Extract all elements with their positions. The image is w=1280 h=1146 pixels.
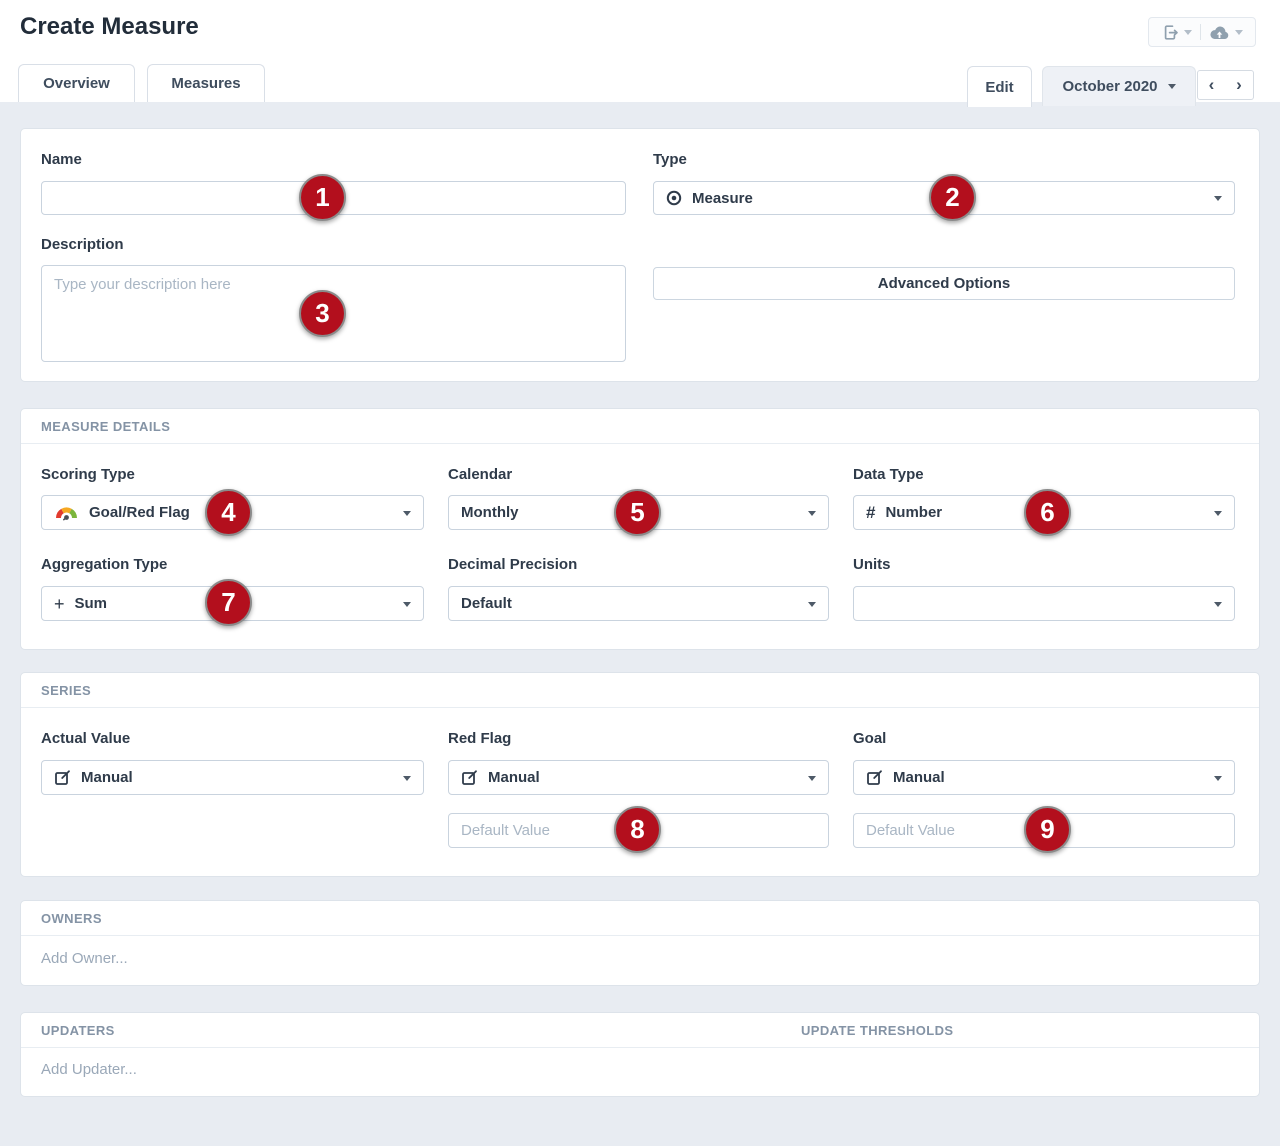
annotation-badge-6: 6 — [1024, 489, 1071, 536]
updaters-header: UPDATERS UPDATE THRESHOLDS — [21, 1013, 1259, 1048]
edit-pencil-icon — [54, 769, 71, 786]
cloud-upload-icon[interactable] — [1209, 25, 1230, 40]
measure-details-header: MEASURE DETAILS — [21, 409, 1259, 444]
actual-value-label: Actual Value — [41, 730, 130, 747]
tab-measures-label: Measures — [171, 75, 240, 92]
owners-panel: OWNERS Add Owner... — [20, 900, 1260, 986]
series-header: SERIES — [21, 673, 1259, 708]
updaters-title: UPDATERS — [41, 1023, 115, 1038]
goal-select[interactable]: Manual — [853, 760, 1235, 795]
period-selector[interactable]: October 2020 — [1042, 66, 1196, 106]
target-icon — [666, 190, 682, 206]
name-label: Name — [41, 151, 82, 168]
export-icon[interactable] — [1162, 24, 1179, 41]
create-measure-page: Create Measure Overview Measures Edit Oc… — [0, 0, 1280, 1146]
red-flag-select[interactable]: Manual — [448, 760, 829, 795]
measure-details-title: MEASURE DETAILS — [41, 419, 170, 434]
export-caret-icon[interactable] — [1184, 30, 1192, 35]
annotation-badge-1: 1 — [299, 174, 346, 221]
edit-pencil-icon — [461, 769, 478, 786]
basic-info-panel: Name Description Type Measure Advanced O… — [20, 128, 1260, 382]
period-caret-icon — [1168, 84, 1176, 89]
data-type-caret-icon — [1214, 511, 1222, 516]
description-label: Description — [41, 236, 124, 253]
decimal-precision-caret-icon — [808, 602, 816, 607]
owners-header: OWNERS — [21, 901, 1259, 936]
annotation-badge-5: 5 — [614, 489, 661, 536]
decimal-precision-label: Decimal Precision — [448, 556, 577, 573]
data-type-value: Number — [885, 504, 942, 521]
chevron-right-icon: › — [1236, 75, 1242, 95]
hash-icon: # — [866, 504, 875, 521]
annotation-badge-7: 7 — [205, 579, 252, 626]
aggregation-type-value: Sum — [75, 595, 108, 612]
units-caret-icon — [1214, 602, 1222, 607]
tab-edit-label: Edit — [985, 79, 1013, 96]
tab-overview-label: Overview — [43, 75, 110, 92]
gauge-icon — [54, 504, 79, 521]
decimal-precision-select[interactable]: Default — [448, 586, 829, 621]
annotation-badge-3: 3 — [299, 290, 346, 337]
red-flag-label: Red Flag — [448, 730, 511, 747]
red-flag-value: Manual — [488, 769, 540, 786]
actual-value-select[interactable]: Manual — [41, 760, 424, 795]
goal-label: Goal — [853, 730, 886, 747]
calendar-value: Monthly — [461, 504, 519, 521]
actual-value-value: Manual — [81, 769, 133, 786]
aggregation-type-caret-icon — [403, 602, 411, 607]
annotation-badge-2: 2 — [929, 174, 976, 221]
units-select[interactable] — [853, 586, 1235, 621]
series-title: SERIES — [41, 683, 91, 698]
next-period-button[interactable]: › — [1225, 70, 1254, 100]
advanced-options-button[interactable]: Advanced Options — [653, 267, 1235, 300]
tab-overview[interactable]: Overview — [18, 64, 135, 102]
goal-value: Manual — [893, 769, 945, 786]
period-label: October 2020 — [1062, 78, 1157, 95]
annotation-badge-8: 8 — [614, 806, 661, 853]
type-caret-icon — [1214, 196, 1222, 201]
page-title: Create Measure — [20, 13, 199, 41]
plus-icon: + — [54, 595, 65, 613]
owners-title: OWNERS — [41, 911, 102, 926]
previous-period-button[interactable]: ‹ — [1197, 70, 1226, 100]
scoring-type-label: Scoring Type — [41, 466, 135, 483]
type-value: Measure — [692, 190, 753, 207]
scoring-type-caret-icon — [403, 511, 411, 516]
scoring-type-value: Goal/Red Flag — [89, 504, 190, 521]
content-area: Name Description Type Measure Advanced O… — [0, 102, 1280, 1146]
edit-pencil-icon — [866, 769, 883, 786]
aggregation-type-label: Aggregation Type — [41, 556, 167, 573]
data-type-label: Data Type — [853, 466, 924, 483]
calendar-caret-icon — [808, 511, 816, 516]
add-owner-field[interactable]: Add Owner... — [41, 950, 128, 967]
type-label: Type — [653, 151, 687, 168]
update-thresholds-title: UPDATE THRESHOLDS — [801, 1023, 953, 1038]
actual-value-caret-icon — [403, 776, 411, 781]
units-label: Units — [853, 556, 891, 573]
export-toolbar — [1148, 17, 1256, 47]
add-updater-field[interactable]: Add Updater... — [41, 1061, 137, 1078]
chevron-left-icon: ‹ — [1209, 75, 1215, 95]
goal-caret-icon — [1214, 776, 1222, 781]
calendar-label: Calendar — [448, 466, 512, 483]
updaters-panel: UPDATERS UPDATE THRESHOLDS Add Updater..… — [20, 1012, 1260, 1097]
annotation-badge-9: 9 — [1024, 806, 1071, 853]
red-flag-caret-icon — [808, 776, 816, 781]
tab-edit-active[interactable]: Edit — [967, 66, 1032, 107]
toolbar-divider — [1200, 24, 1201, 40]
annotation-badge-4: 4 — [205, 489, 252, 536]
cloud-upload-caret-icon[interactable] — [1235, 30, 1243, 35]
decimal-precision-value: Default — [461, 595, 512, 612]
tab-measures[interactable]: Measures — [147, 64, 265, 102]
